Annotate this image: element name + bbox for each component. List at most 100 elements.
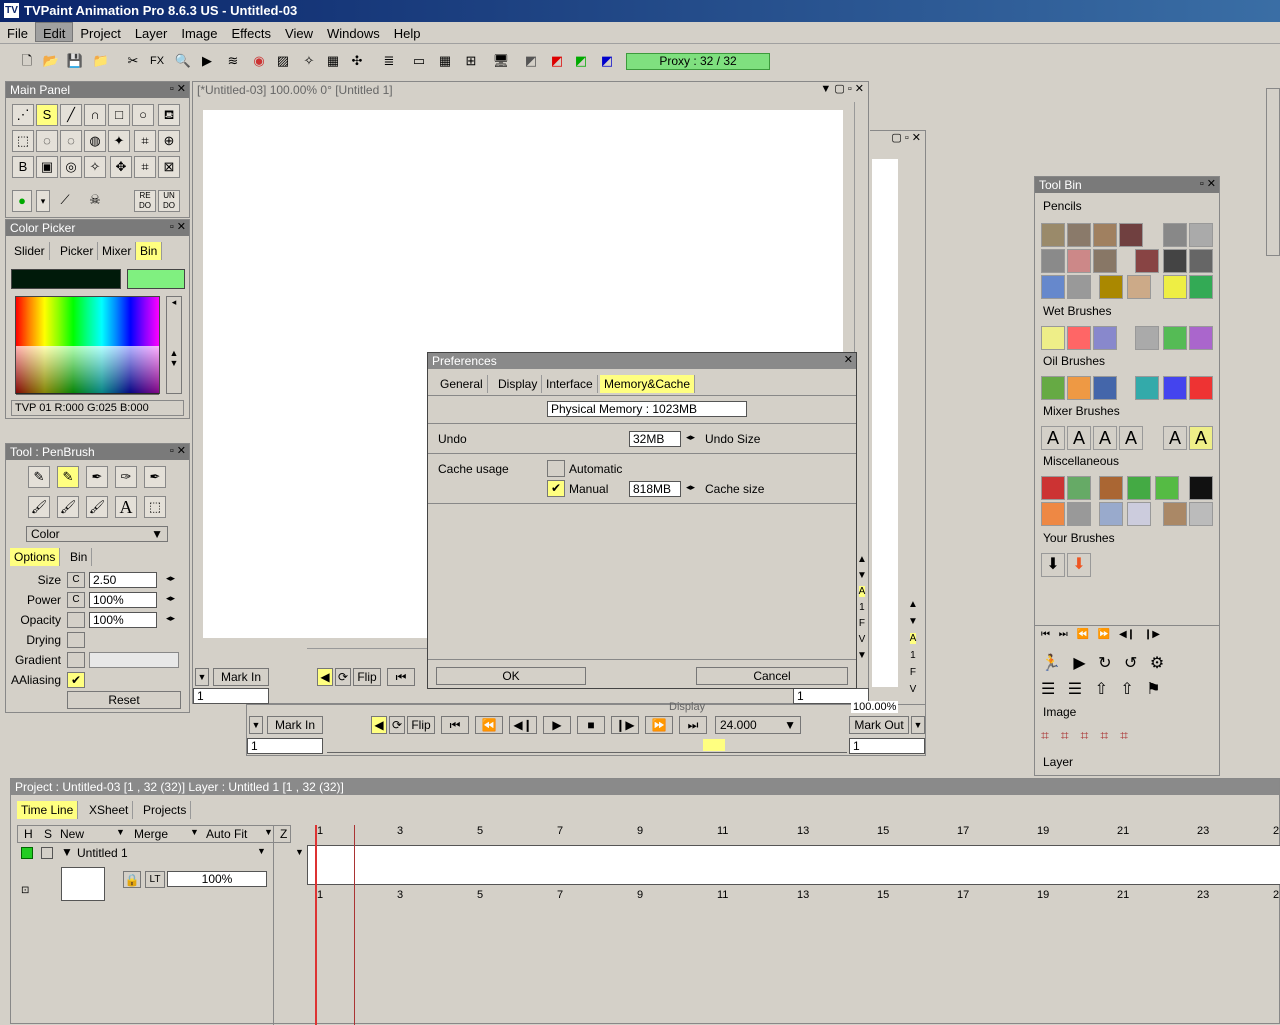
brush-item[interactable]: [1189, 502, 1213, 526]
brush-item[interactable]: [1135, 376, 1159, 400]
brush-item[interactable]: [1163, 275, 1187, 299]
arrow-down-icon[interactable]: ▼: [195, 668, 209, 686]
redo-button[interactable]: RE DO: [134, 190, 156, 212]
brush-item[interactable]: [1099, 476, 1123, 500]
frame-field-2[interactable]: 1: [247, 738, 323, 754]
sound-icon[interactable]: ◀: [371, 716, 387, 734]
brush-item[interactable]: [1067, 275, 1091, 299]
flip-button[interactable]: Flip: [353, 668, 381, 686]
tab-slider[interactable]: Slider: [10, 242, 50, 260]
tab-bin[interactable]: Bin: [66, 548, 93, 566]
brush-rect-icon[interactable]: ▣: [36, 156, 58, 178]
channel-gray-icon[interactable]: ◩: [520, 50, 542, 72]
drying-checkbox[interactable]: [67, 632, 85, 648]
chevron-down-icon[interactable]: ▼: [257, 846, 266, 856]
cache-arrows-icon[interactable]: ◂▸: [686, 482, 695, 493]
tab-xsheet[interactable]: XSheet: [85, 801, 134, 819]
color-dot-icon[interactable]: ●: [12, 190, 32, 212]
mode-dropdown[interactable]: Color ▼: [26, 526, 168, 542]
menu-windows[interactable]: Windows: [320, 23, 387, 43]
brush-item[interactable]: [1099, 502, 1123, 526]
airbrush-icon[interactable]: ✑: [115, 466, 137, 488]
new-document-icon[interactable]: 🗋: [16, 50, 38, 72]
magic-select-icon[interactable]: ◍: [84, 130, 106, 152]
window-controls-icon[interactable]: ▢ ▫ ✕: [891, 131, 921, 144]
grid-icon[interactable]: ▦: [322, 50, 344, 72]
brush-item[interactable]: [1189, 476, 1213, 500]
side-nav-arrows[interactable]: ▲ ▼ A 1 F V ▼: [857, 552, 867, 664]
brush-item[interactable]: [1041, 223, 1065, 247]
tab-options[interactable]: Options: [10, 548, 61, 566]
brush-item[interactable]: [1163, 249, 1187, 273]
opacity-c-button[interactable]: [67, 612, 85, 628]
gradient-bar[interactable]: [89, 652, 179, 668]
menu-view[interactable]: View: [278, 23, 320, 43]
brush-item[interactable]: [1093, 326, 1117, 350]
ink-pen-icon[interactable]: ✒: [86, 466, 108, 488]
color-bin-scrollbar[interactable]: ◂ ▲ ▼: [166, 296, 182, 394]
brush-item[interactable]: [1067, 502, 1091, 526]
brush-item[interactable]: [1135, 249, 1159, 273]
light-icon[interactable]: ✧: [298, 50, 320, 72]
tab-bin[interactable]: Bin: [136, 242, 163, 260]
mark-out-button[interactable]: Mark Out: [849, 716, 909, 734]
clear-icon[interactable]: ⊠: [158, 156, 180, 178]
first-frame-icon[interactable]: ⏮: [387, 668, 415, 686]
mark-in-button-2[interactable]: Mark In: [267, 716, 323, 734]
size-slider-arrows-icon[interactable]: ◂▸: [166, 573, 175, 584]
zoom-tool-icon[interactable]: ⊕: [158, 130, 180, 152]
tab-interface[interactable]: Interface: [542, 375, 598, 393]
fill-icon[interactable]: ⛾: [158, 104, 180, 126]
manual-checkbox[interactable]: ✔: [547, 480, 565, 497]
brush-lasso-icon[interactable]: ◎: [60, 156, 82, 178]
brush-item[interactable]: [1119, 223, 1143, 247]
arrow-down-icon[interactable]: ▼: [249, 716, 263, 734]
panic-icon[interactable]: ☠: [84, 190, 106, 212]
color-wheel-icon[interactable]: ◉: [248, 50, 270, 72]
mark-in-button[interactable]: Mark In: [213, 668, 269, 686]
size-field[interactable]: 2.50: [89, 572, 157, 588]
undo-arrows-icon[interactable]: ◂▸: [686, 432, 695, 443]
brush-item[interactable]: [1163, 223, 1187, 247]
channel-blue-icon[interactable]: ◩: [596, 50, 618, 72]
knife-icon[interactable]: 🖌: [57, 496, 79, 518]
layer-solo-toggle[interactable]: [41, 847, 53, 859]
arrow-down-brush-icon[interactable]: ⬇: [1041, 553, 1065, 577]
smudge-icon[interactable]: 🖌: [86, 496, 108, 518]
stop-button[interactable]: ■: [577, 716, 605, 734]
close-icon[interactable]: ✕: [844, 353, 853, 366]
lock-icon[interactable]: 🔒: [123, 871, 141, 888]
undo-button[interactable]: UN DO: [158, 190, 180, 212]
play-button[interactable]: ▶: [543, 716, 571, 734]
size-c-button[interactable]: C: [67, 572, 85, 588]
pen-icon[interactable]: ✎: [57, 466, 79, 488]
monitor-icon[interactable]: 🖥: [490, 50, 512, 72]
channel-red-icon[interactable]: ◩: [546, 50, 568, 72]
open-folder-icon[interactable]: 📂: [40, 50, 62, 72]
stack-icon[interactable]: ≣: [378, 50, 400, 72]
lasso-icon[interactable]: ◌: [60, 130, 82, 152]
brush-item[interactable]: [1127, 502, 1151, 526]
brush-item[interactable]: [1067, 223, 1091, 247]
brush-item[interactable]: [1041, 476, 1065, 500]
sound-icon[interactable]: ◀: [317, 668, 333, 686]
marker-icon[interactable]: ✒: [144, 466, 166, 488]
step-back-icon[interactable]: ◀❙: [509, 716, 537, 734]
brush-item[interactable]: [1067, 249, 1091, 273]
brush-item[interactable]: [1093, 376, 1117, 400]
brush-item[interactable]: [1189, 249, 1213, 273]
tab-timeline[interactable]: Time Line: [17, 801, 79, 819]
power-c-button[interactable]: C: [67, 592, 85, 608]
brush-item[interactable]: [1189, 223, 1213, 247]
freehand-line-icon[interactable]: ⋰: [12, 104, 34, 126]
curve-icon[interactable]: ∩: [84, 104, 106, 126]
end-frame-field-2[interactable]: 1: [849, 738, 925, 754]
circle-icon[interactable]: ○: [132, 104, 154, 126]
transform-icon[interactable]: ✣: [346, 50, 368, 72]
swap-icon[interactable]: ▾: [36, 190, 50, 212]
tab-projects[interactable]: Projects: [139, 801, 192, 819]
gradient-icon[interactable]: ▨: [272, 50, 294, 72]
power-field[interactable]: 100%: [89, 592, 157, 608]
brush-tools-icon[interactable]: ✂: [122, 50, 144, 72]
folder-icon[interactable]: 📁: [90, 50, 112, 72]
